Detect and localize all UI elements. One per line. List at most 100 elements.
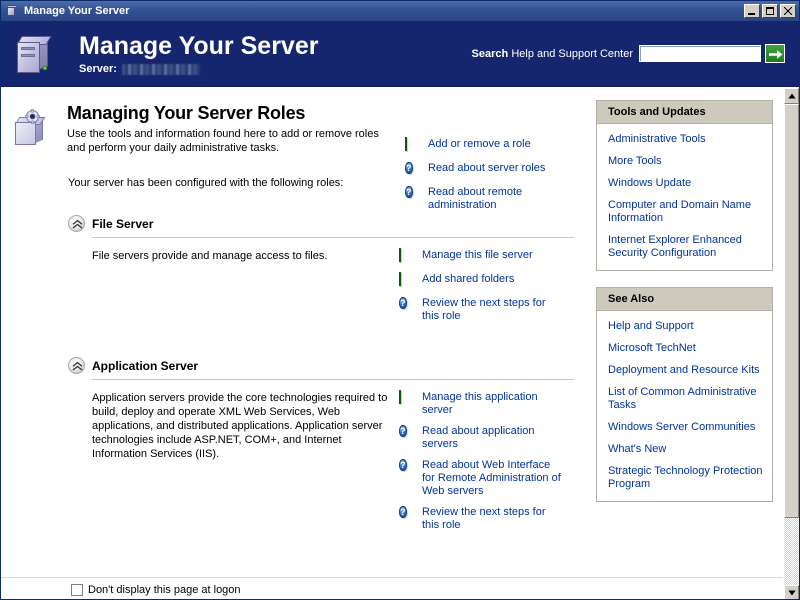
search-go-button[interactable] — [765, 44, 785, 63]
role-header: Application Server — [68, 357, 574, 374]
server-label: Server: — [79, 63, 117, 75]
close-button[interactable] — [780, 4, 796, 18]
intro-description: Use the tools and information found here… — [67, 128, 379, 154]
role-section-application-server: Application Server Application servers p… — [1, 357, 588, 540]
panel-title: See Also — [597, 288, 772, 311]
panel-see-also: See Also Help and Support Microsoft Tech… — [596, 287, 773, 502]
link-add-or-remove-a-role[interactable]: Add or remove a role — [405, 137, 580, 154]
role-divider — [92, 379, 574, 380]
chevron-up-icon[interactable] — [68, 215, 85, 232]
vertical-scrollbar[interactable] — [783, 88, 799, 599]
help-icon: ? — [399, 425, 407, 437]
sidebar-link-whats-new[interactable]: What's New — [608, 443, 763, 456]
minimize-button[interactable] — [744, 4, 760, 18]
scrollbar-thumb[interactable] — [784, 104, 799, 518]
sidebar-link-computer-and-domain-name-information[interactable]: Computer and Domain Name Information — [608, 199, 763, 225]
green-arrow-icon — [405, 137, 421, 154]
search-label-rest: Help and Support Center — [511, 47, 633, 60]
green-arrow-icon — [399, 248, 415, 265]
search-label-bold: Search — [471, 47, 509, 60]
search-input[interactable] — [639, 45, 761, 62]
help-search-group: Search Help and Support Center — [472, 44, 785, 63]
role-title: File Server — [92, 216, 154, 231]
dont-display-at-logon-checkbox[interactable] — [71, 583, 83, 596]
role-title: Application Server — [92, 358, 199, 373]
sidebar-link-windows-update[interactable]: Windows Update — [608, 177, 763, 190]
panel-tools-and-updates: Tools and Updates Administrative Tools M… — [596, 100, 773, 271]
sidebar-link-microsoft-technet[interactable]: Microsoft TechNet — [608, 342, 763, 355]
role-body: Application servers provide the core tec… — [68, 390, 574, 540]
help-icon: ? — [405, 186, 413, 198]
intro-links-list: Add or remove a role ? Read about server… — [405, 104, 580, 220]
link-label: Manage this file server — [422, 249, 533, 261]
sidebar-link-administrative-tools[interactable]: Administrative Tools — [608, 133, 763, 146]
sidebar-link-list-of-common-administrative-tasks[interactable]: List of Common Administrative Tasks — [608, 386, 763, 412]
arrow-right-icon — [769, 50, 783, 59]
gear-icon — [25, 109, 40, 124]
intro-text-group: Managing Your Server Roles Use the tools… — [57, 102, 387, 155]
page-title: Manage Your Server — [79, 32, 319, 60]
help-icon: ? — [399, 459, 407, 471]
title-bar: Manage Your Server — [1, 1, 799, 21]
content-scroll-region: Managing Your Server Roles Use the tools… — [1, 88, 783, 599]
sidebar-link-ie-enhanced-security-configuration[interactable]: Internet Explorer Enhanced Security Conf… — [608, 234, 763, 260]
triangle-down-icon — [788, 590, 796, 596]
link-label: Add shared folders — [422, 273, 515, 285]
green-arrow-icon — [399, 272, 415, 289]
link-label: Review the next steps for this role — [422, 297, 546, 322]
link-label: Review the next steps for this role — [422, 506, 546, 531]
link-read-about-web-interface[interactable]: ? Read about Web Interface for Remote Ad… — [399, 459, 574, 498]
search-label: Search Help and Support Center — [472, 48, 633, 60]
link-label: Read about server roles — [428, 162, 546, 174]
window-server-icon — [4, 3, 20, 19]
panel-links: Help and Support Microsoft TechNet Deplo… — [597, 311, 772, 501]
link-review-next-steps-application-server[interactable]: ? Review the next steps for this role — [399, 506, 574, 532]
role-links-list: Manage this file server Add shared folde… — [399, 248, 574, 331]
panel-title: Tools and Updates — [597, 101, 772, 124]
role-divider — [92, 237, 574, 238]
link-manage-this-application-server[interactable]: Manage this application server — [399, 390, 574, 417]
panel-links: Administrative Tools More Tools Windows … — [597, 124, 772, 270]
help-icon: ? — [399, 297, 407, 309]
sidebar-link-deployment-and-resource-kits[interactable]: Deployment and Resource Kits — [608, 364, 763, 377]
server-gear-icon — [11, 105, 57, 151]
page-header-banner: Manage Your Server Server: Search Help a… — [1, 21, 799, 87]
link-label: Manage this application server — [422, 391, 538, 416]
scroll-down-button[interactable] — [784, 585, 799, 599]
help-icon: ? — [405, 162, 413, 174]
link-read-about-remote-administration[interactable]: ? Read about remote administration — [405, 186, 580, 212]
link-label: Read about application servers — [422, 425, 535, 450]
triangle-up-icon — [788, 93, 796, 99]
sidebar-link-windows-server-communities[interactable]: Windows Server Communities — [608, 421, 763, 434]
main-content: Managing Your Server Roles Use the tools… — [1, 88, 588, 599]
page-body: Managing Your Server Roles Use the tools… — [1, 87, 799, 599]
link-label: Add or remove a role — [428, 138, 531, 150]
link-review-next-steps-file-server[interactable]: ? Review the next steps for this role — [399, 297, 574, 323]
link-add-shared-folders[interactable]: Add shared folders — [399, 272, 574, 289]
link-read-about-application-servers[interactable]: ? Read about application servers — [399, 425, 574, 451]
role-description: File servers provide and manage access t… — [92, 250, 328, 262]
maximize-button[interactable] — [762, 4, 778, 18]
scrollbar-track[interactable] — [784, 104, 799, 585]
role-section-file-server: File Server File servers provide and man… — [1, 215, 588, 331]
dont-display-at-logon-row[interactable]: Don't display this page at logon — [71, 583, 241, 596]
role-body: File servers provide and manage access t… — [68, 248, 574, 331]
sidebar-link-help-and-support[interactable]: Help and Support — [608, 320, 763, 333]
server-tower-icon — [13, 28, 65, 80]
server-name-redacted — [121, 63, 200, 75]
role-description: Application servers provide the core tec… — [92, 392, 388, 460]
sidebar-link-more-tools[interactable]: More Tools — [608, 155, 763, 168]
header-title-group: Manage Your Server Server: — [79, 32, 318, 75]
scroll-up-button[interactable] — [784, 88, 799, 104]
dont-display-at-logon-label: Don't display this page at logon — [88, 583, 241, 596]
sidebar-link-strategic-technology-protection-program[interactable]: Strategic Technology Protection Program — [608, 465, 763, 491]
link-label: Read about Web Interface for Remote Admi… — [422, 459, 561, 497]
footer-bar: Don't display this page at logon — [1, 577, 783, 599]
manage-your-server-window: Manage Your Server Manage Your Server Se… — [0, 0, 800, 600]
chevron-up-icon[interactable] — [68, 357, 85, 374]
sidebar: Tools and Updates Administrative Tools M… — [588, 88, 783, 599]
link-read-about-server-roles[interactable]: ? Read about server roles — [405, 162, 580, 178]
link-manage-this-file-server[interactable]: Manage this file server — [399, 248, 574, 265]
intro-heading: Managing Your Server Roles — [67, 103, 306, 123]
server-name-line: Server: — [79, 63, 318, 75]
